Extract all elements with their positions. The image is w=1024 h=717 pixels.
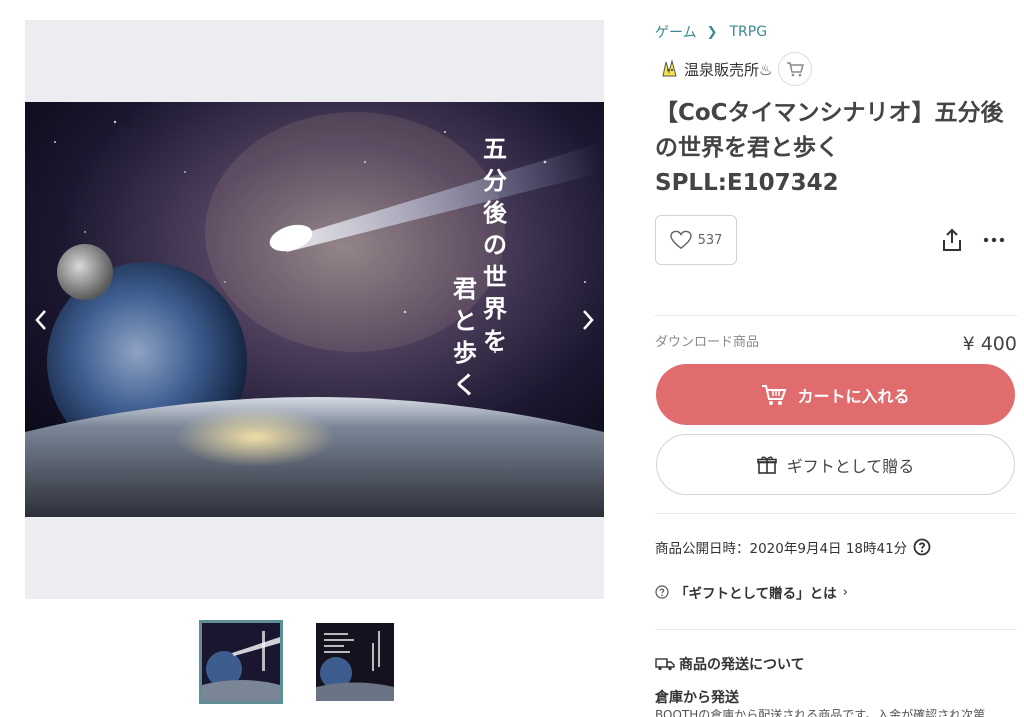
shipping-description: BOOTHの倉庫から配送される商品です。入金が確認され次第 (655, 708, 986, 717)
thumbnail-image (316, 623, 394, 701)
gift-about-text: 「ギフトとして贈る」とは (675, 586, 837, 602)
thumbnail-strip (199, 620, 394, 704)
publish-date: 商品公開日時：2020年9月4日 18時41分 (655, 537, 931, 557)
heart-icon (669, 230, 692, 250)
shipping-heading-text: 商品の発送について (679, 657, 805, 673)
like-count: 537 (697, 232, 723, 248)
thumbnail-image (202, 623, 280, 701)
breadcrumb: ゲーム ❯ TRPG (655, 22, 767, 42)
caption-char: を (483, 327, 507, 355)
caption-char: 君 (453, 275, 477, 303)
product-title: 【CoCタイマンシナリオ】五分後の世界を君と歩く SPLL:E107342 (655, 100, 1004, 196)
breadcrumb-item-game[interactable]: ゲーム (655, 22, 697, 42)
divider (655, 315, 1017, 316)
divider (655, 513, 1017, 514)
shipping-heading: 商品の発送について (655, 654, 805, 674)
chevron-right-icon (583, 310, 594, 330)
prev-image-button[interactable] (27, 300, 55, 340)
publish-date-text: 商品公開日時：2020年9月4日 18時41分 (655, 541, 908, 557)
shop-name-link[interactable]: 温泉販売所♨ (684, 59, 772, 80)
chevron-left-icon (35, 310, 46, 330)
caption-char: く (453, 371, 477, 399)
help-circle-icon[interactable] (913, 538, 931, 556)
chevron-right-icon: ❯ (706, 24, 718, 40)
gift-about-link[interactable]: 「ギフトとして贈る」とは › (655, 582, 848, 602)
more-options-icon[interactable] (983, 236, 1005, 244)
add-to-cart-label: カートに入れる (797, 386, 910, 406)
add-to-cart-button[interactable]: カートに入れる (656, 364, 1015, 425)
shop-cart-button[interactable] (778, 52, 813, 86)
like-button[interactable]: 537 (655, 215, 737, 265)
breadcrumb-item-trpg[interactable]: TRPG (730, 24, 768, 40)
cart-icon (762, 384, 787, 405)
caption-char: 界 (483, 295, 507, 323)
caption-char: 五 (483, 135, 507, 163)
share-icon[interactable] (941, 228, 963, 252)
send-as-gift-label: ギフトとして贈る (786, 456, 915, 476)
cart-icon (787, 62, 805, 77)
shop-row: 温泉販売所♨ (659, 52, 813, 86)
shipping-method: 倉庫から発送 (655, 690, 739, 706)
caption-char: 歩 (453, 339, 477, 367)
truck-icon (655, 658, 675, 671)
divider (655, 629, 1017, 630)
caption-char: と (453, 307, 477, 335)
send-as-gift-button[interactable]: ギフトとして贈る (656, 434, 1015, 495)
shop-avatar-icon[interactable] (659, 58, 681, 80)
gift-icon (756, 456, 777, 474)
caption-char: 後 (483, 199, 508, 227)
product-price: ¥ 400 (962, 333, 1017, 355)
caption-char: 世 (483, 263, 507, 291)
chevron-right-icon: › (842, 584, 849, 600)
caption-char: の (483, 231, 507, 259)
caption-char: 分 (483, 167, 507, 195)
space-scene-artwork: 五 分 後 の 世 界 を 君 と 歩 く (25, 102, 604, 517)
image-gallery: 五 分 後 の 世 界 を 君 と 歩 く (25, 20, 604, 599)
product-type-label: ダウンロード商品 (655, 335, 760, 350)
thumbnail-1[interactable] (199, 620, 283, 704)
thumbnail-2[interactable] (316, 623, 394, 701)
next-image-button[interactable] (574, 300, 602, 340)
question-circle-icon (655, 585, 669, 599)
main-product-image[interactable]: 五 分 後 の 世 界 を 君 と 歩 く (25, 102, 604, 517)
